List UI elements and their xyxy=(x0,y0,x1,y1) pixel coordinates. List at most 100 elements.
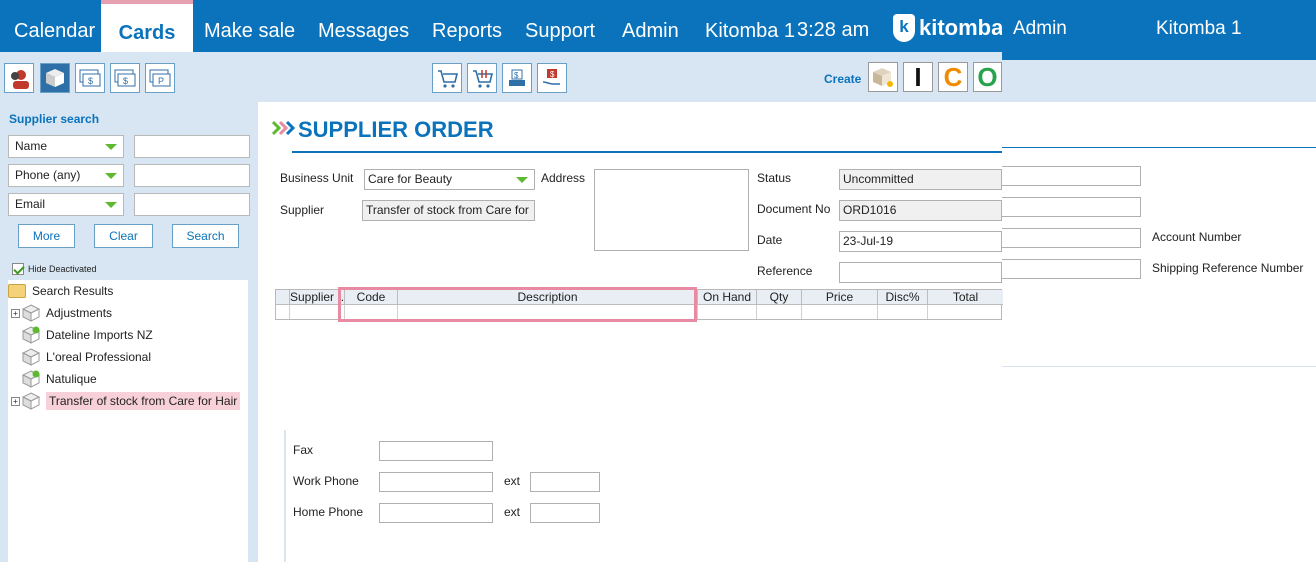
create-invoice-button[interactable]: I xyxy=(903,62,933,92)
box-create-icon xyxy=(873,68,893,87)
filter-phone-input[interactable] xyxy=(134,164,250,187)
grid-cell[interactable] xyxy=(290,305,345,319)
right-field-2[interactable] xyxy=(1002,197,1141,217)
home-ext-field[interactable] xyxy=(530,503,600,523)
top-nav-right: Admin Kitomba 1 xyxy=(1002,0,1316,60)
filter-name-input[interactable] xyxy=(134,135,250,158)
hide-deactivated-label: Hide Deactivated xyxy=(28,264,97,274)
expand-icon[interactable]: + xyxy=(11,308,20,318)
date-label: Date xyxy=(757,233,783,247)
tree-item-natulique[interactable]: Natulique xyxy=(21,369,97,389)
create-supplier-button[interactable] xyxy=(868,62,898,92)
column-total[interactable]: Total xyxy=(928,290,1003,305)
account-number-field[interactable] xyxy=(1002,228,1141,248)
work-phone-field[interactable] xyxy=(379,472,493,492)
hide-deactivated-checkbox[interactable] xyxy=(12,263,24,275)
address-field[interactable] xyxy=(594,169,749,251)
filter-phone-label: Phone (any) xyxy=(15,168,81,182)
box-icon xyxy=(46,69,64,87)
clear-button[interactable]: Clear xyxy=(94,224,153,248)
chevron-down-icon xyxy=(105,144,117,150)
nav-location-right[interactable]: Kitomba 1 xyxy=(1156,0,1242,60)
nav-support[interactable]: Support xyxy=(525,0,595,52)
voucher-icon: $ xyxy=(79,69,101,87)
home-phone-field[interactable] xyxy=(379,503,493,523)
client-card-button[interactable] xyxy=(4,63,34,93)
column-price[interactable]: Price xyxy=(802,290,878,305)
tree-item-transfer[interactable]: + Transfer of stock from Care for Hair xyxy=(11,391,241,411)
nav-messages[interactable]: Messages xyxy=(318,0,409,52)
svg-text:P: P xyxy=(158,76,164,86)
grid-cell[interactable] xyxy=(878,305,928,319)
page-title: SUPPLIER ORDER xyxy=(298,117,494,142)
tree-root-label: Search Results xyxy=(32,284,114,298)
home-phone-label: Home Phone xyxy=(293,505,364,519)
lower-divider xyxy=(284,430,286,562)
tree-item-loreal[interactable]: L'oreal Professional xyxy=(21,347,152,367)
filter-phone-select[interactable]: Phone (any) xyxy=(8,164,124,187)
kitomba-logo: k kitomba xyxy=(893,14,1003,42)
nav-location[interactable]: Kitomba 1 xyxy=(705,0,795,52)
column-on-hand[interactable]: On Hand xyxy=(698,290,757,305)
grid-corner xyxy=(276,290,290,305)
search-button[interactable]: Search xyxy=(172,224,239,248)
business-unit-select[interactable]: Care for Beauty xyxy=(364,169,535,190)
prepaid-button[interactable]: P xyxy=(145,63,175,93)
filter-name-select[interactable]: Name xyxy=(8,135,124,158)
create-credit-button[interactable]: C xyxy=(938,62,968,92)
tree-item-label: Adjustments xyxy=(46,306,113,320)
tree-item-label-selected: Transfer of stock from Care for Hair xyxy=(46,392,241,410)
title-divider xyxy=(292,151,1002,153)
stock-adjust-button[interactable]: $ xyxy=(537,63,567,93)
fax-field[interactable] xyxy=(379,441,493,461)
nav-reports[interactable]: Reports xyxy=(432,0,502,52)
expand-icon[interactable]: + xyxy=(11,396,20,406)
address-label: Address xyxy=(541,171,586,185)
tree-item-dateline[interactable]: Dateline Imports NZ xyxy=(21,325,153,345)
box-icon xyxy=(21,326,41,344)
toolbar: $ $ P $ $ Create I C O xyxy=(0,52,1002,102)
work-ext-field[interactable] xyxy=(530,472,600,492)
voucher-button[interactable]: $ xyxy=(75,63,105,93)
cart-transfer-icon xyxy=(473,70,493,88)
column-disc[interactable]: Disc% xyxy=(878,290,928,305)
create-order-button[interactable]: O xyxy=(973,62,1002,92)
title-divider-right xyxy=(1002,147,1316,148)
hide-deactivated-row[interactable]: Hide Deactivated xyxy=(12,263,97,275)
filter-email-input[interactable] xyxy=(134,193,250,216)
tree-root[interactable]: Search Results xyxy=(8,281,113,301)
prepaid-icon: P xyxy=(149,69,171,87)
gift-card-button[interactable]: $ xyxy=(110,63,140,93)
nav-cards[interactable]: Cards xyxy=(101,0,193,52)
grid-cell[interactable] xyxy=(276,305,290,319)
stock-transfer-button[interactable] xyxy=(467,63,497,93)
box-icon xyxy=(21,392,41,410)
filter-email-select[interactable]: Email xyxy=(8,193,124,216)
tree-item-adjustments[interactable]: + Adjustments xyxy=(11,303,112,323)
box-icon xyxy=(21,304,41,322)
supplier-card-button[interactable] xyxy=(40,63,70,93)
fax-label: Fax xyxy=(293,443,314,457)
supplier-label: Supplier xyxy=(280,203,325,217)
supplier-field[interactable]: Transfer of stock from Care for xyxy=(362,200,535,221)
grid-cell[interactable] xyxy=(698,305,757,319)
shipping-ref-field[interactable] xyxy=(1002,259,1141,279)
nav-admin[interactable]: Admin xyxy=(622,0,679,52)
grid-cell[interactable] xyxy=(802,305,878,319)
grid-cell[interactable] xyxy=(757,305,802,319)
more-button[interactable]: More xyxy=(18,224,75,248)
chevron-down-icon xyxy=(105,202,117,208)
reference-field[interactable] xyxy=(839,262,1002,283)
purchase-order-button[interactable] xyxy=(432,63,462,93)
stocktake-button[interactable]: $ xyxy=(502,63,532,93)
nav-admin-right[interactable]: Admin xyxy=(1013,0,1067,60)
date-field[interactable]: 23-Jul-19 xyxy=(839,231,1002,252)
create-label: Create xyxy=(824,72,862,86)
column-supplier[interactable]: Supplier ... xyxy=(290,290,345,305)
client-icon xyxy=(11,70,29,89)
nav-calendar[interactable]: Calendar xyxy=(14,0,95,52)
right-field-1[interactable] xyxy=(1002,166,1141,186)
nav-make-sale[interactable]: Make sale xyxy=(204,0,295,52)
tree-item-label: L'oreal Professional xyxy=(46,350,152,364)
column-qty[interactable]: Qty xyxy=(757,290,802,305)
